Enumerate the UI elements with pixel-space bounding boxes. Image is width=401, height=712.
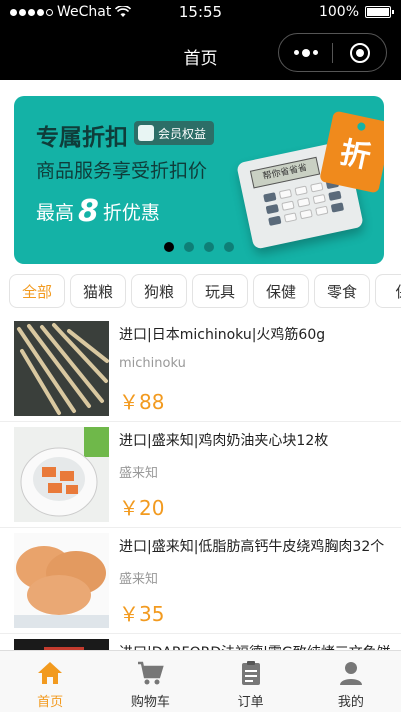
battery-icon: [365, 6, 394, 18]
product-item[interactable]: 进口|DARFORD法福德|零G致纯烤三文鱼饼: [0, 634, 401, 650]
product-price: ￥35: [119, 602, 165, 626]
tabbar-cart[interactable]: 购物车: [100, 651, 200, 712]
banner-title: 专属折扣: [36, 125, 128, 151]
tab-toys[interactable]: 玩具: [192, 274, 248, 308]
carousel-dot[interactable]: [224, 242, 234, 252]
discount-suffix: 折优惠: [102, 202, 160, 224]
product-list: 进口|日本michinoku|火鸡筋60g michinoku ￥88 进口|盛…: [0, 316, 401, 650]
tab-cat-food[interactable]: 猫粮: [70, 274, 126, 308]
calculator-keys: [263, 178, 345, 226]
close-miniprogram-button[interactable]: [333, 34, 386, 71]
tabbar-label: 我的: [337, 695, 364, 710]
tabbar-home[interactable]: 首页: [0, 651, 100, 712]
product-image: [14, 533, 109, 628]
more-dots-icon: [293, 48, 318, 57]
user-icon: [339, 662, 362, 685]
product-price: ￥88: [119, 390, 165, 414]
carousel-dot[interactable]: [184, 242, 194, 252]
target-icon: [349, 42, 370, 63]
tabbar-label: 购物车: [130, 695, 170, 710]
tabbar-label: 首页: [37, 695, 64, 710]
discount-prefix: 最高: [36, 202, 75, 224]
more-button[interactable]: [279, 34, 332, 71]
product-image: [14, 321, 109, 416]
product-image: [14, 427, 109, 522]
tab-all[interactable]: 全部: [9, 274, 65, 308]
product-name: 进口|日本michinoku|火鸡筋60g: [119, 327, 326, 343]
banner-subtitle: 商品服务享受折扣价: [36, 160, 208, 182]
product-item[interactable]: 进口|盛来知|低脂肪高钙牛皮绕鸡胸肉32个 盛来知 ￥35: [0, 528, 401, 634]
tab-dog-food[interactable]: 狗粮: [131, 274, 187, 308]
promo-banner[interactable]: 专属折扣 会员权益 商品服务享受折扣价 最高 8 折优惠 帮你省省省 折: [14, 96, 384, 264]
product-item[interactable]: 进口|日本michinoku|火鸡筋60g michinoku ￥88: [0, 316, 401, 422]
carousel-indicators: [14, 242, 384, 252]
cart-icon: [138, 661, 165, 685]
tab-more-partial[interactable]: 保: [375, 274, 401, 308]
product-brand: 盛来知: [119, 466, 159, 481]
product-name: 进口|DARFORD法福德|零G致纯烤三文鱼饼: [119, 642, 394, 650]
shield-icon: [138, 125, 154, 141]
tabbar-mine[interactable]: 我的: [301, 651, 401, 712]
status-bar: WeChat 15:55 100%: [0, 0, 401, 26]
product-name: 进口|盛来知|鸡肉奶油夹心块12枚: [119, 433, 329, 449]
tab-snacks[interactable]: 零食: [314, 274, 370, 308]
discount-tag-illustration: 折: [319, 110, 384, 194]
top-bar: WeChat 15:55 100% 首页: [0, 0, 401, 80]
mini-program-capsule: [278, 33, 387, 72]
home-icon: [38, 662, 63, 684]
carousel-dot[interactable]: [164, 242, 174, 252]
product-image: [14, 639, 109, 650]
product-name: 进口|盛来知|低脂肪高钙牛皮绕鸡胸肉32个: [119, 539, 385, 555]
product-price: ￥20: [119, 496, 165, 520]
discount-number: 8: [78, 194, 99, 229]
bottom-tab-bar: 首页 购物车 订单 我的: [0, 650, 401, 712]
product-item[interactable]: 进口|盛来知|鸡肉奶油夹心块12枚 盛来知 ￥20: [0, 422, 401, 528]
category-tabs: 全部 猫粮 狗粮 玩具 保健 零食 保: [9, 274, 401, 308]
tab-health[interactable]: 保健: [253, 274, 309, 308]
member-badge: 会员权益: [134, 121, 215, 145]
badge-label: 会员权益: [158, 126, 207, 141]
product-brand: michinoku: [119, 356, 186, 371]
tabbar-label: 订单: [237, 695, 264, 710]
banner-discount-line: 最高 8 折优惠: [36, 194, 160, 229]
battery-percent: 100%: [318, 4, 359, 20]
product-brand: 盛来知: [119, 572, 159, 587]
order-icon: [241, 661, 260, 685]
tabbar-orders[interactable]: 订单: [201, 651, 301, 712]
carousel-dot[interactable]: [204, 242, 214, 252]
